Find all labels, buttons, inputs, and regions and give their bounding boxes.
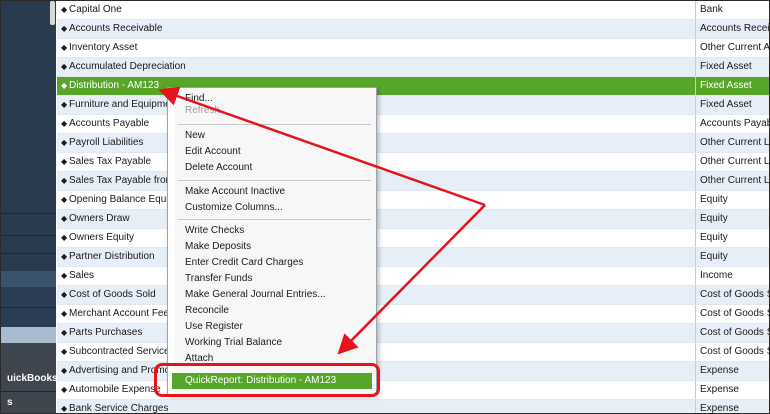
chart-of-accounts-window: uickBooks s ◆ Capital One Bank ◆ Accounts R…: [0, 0, 770, 414]
arrow-to-account-row: [158, 86, 486, 207]
annotation-arrows: [158, 86, 486, 355]
arrow-to-quickreport: [337, 204, 486, 355]
